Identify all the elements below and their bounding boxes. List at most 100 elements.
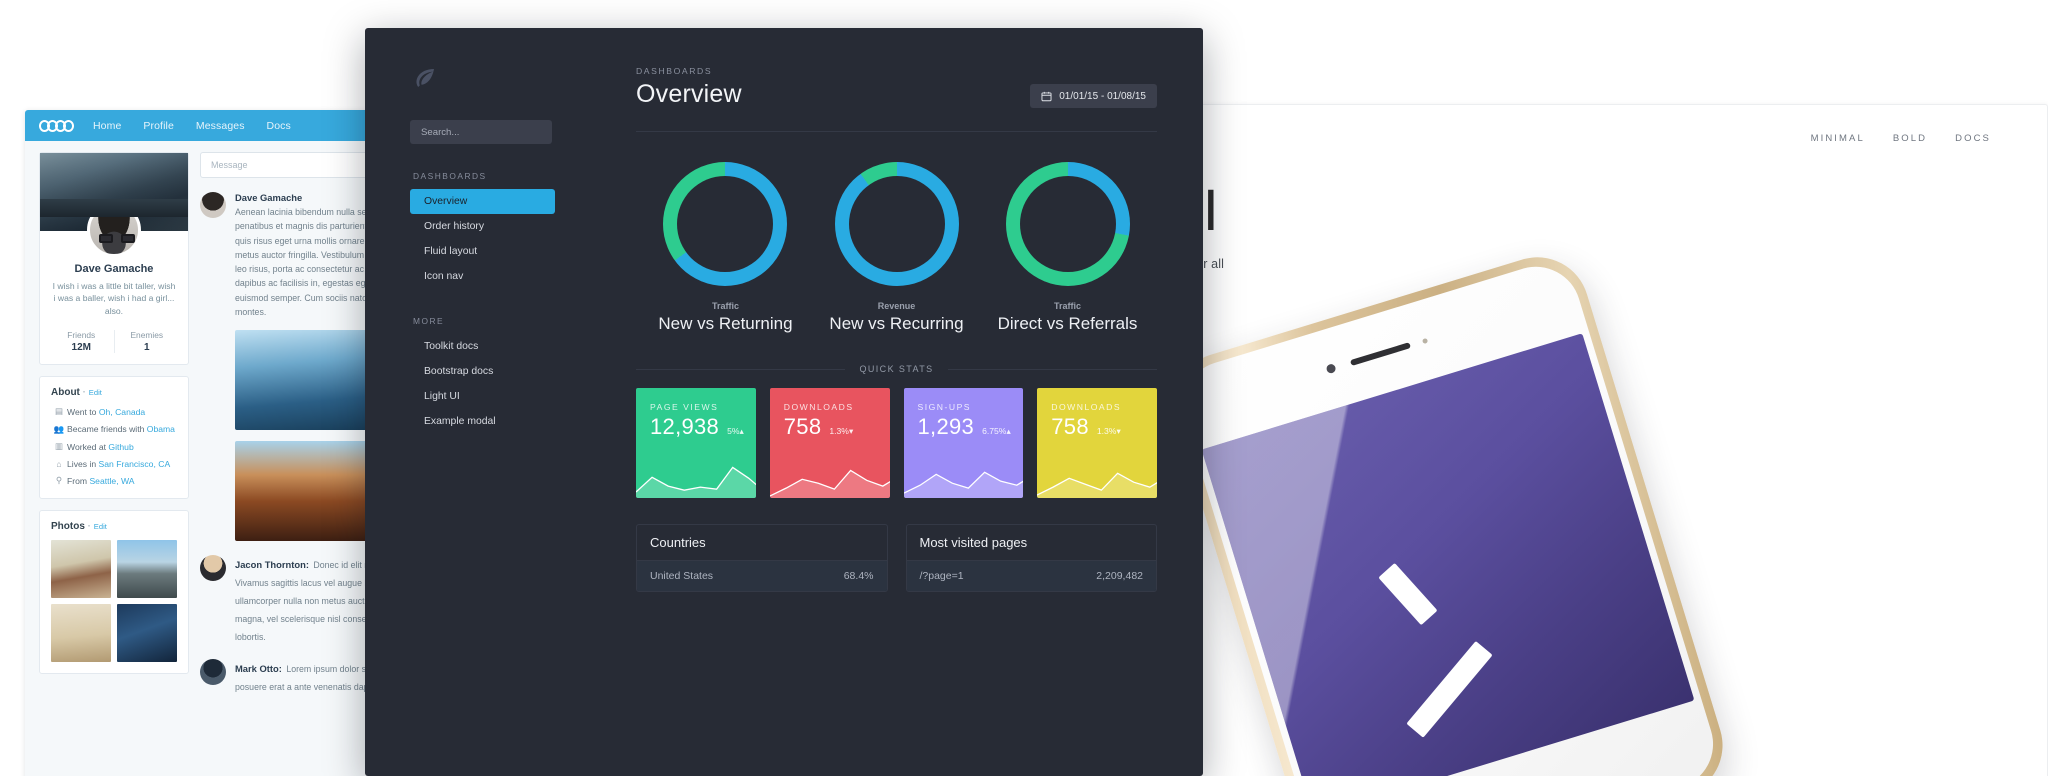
- iphone-mockup: [1160, 244, 1736, 776]
- marketing-nav-bold[interactable]: BOLD: [1893, 133, 1927, 144]
- photos-card: Photos · Edit: [39, 510, 189, 675]
- about-link[interactable]: Github: [108, 442, 133, 452]
- page-title: Overview: [636, 80, 742, 108]
- table-cell-name: /?page=1: [919, 570, 964, 582]
- search-box[interactable]: [410, 120, 553, 144]
- donut-chart-traffic-direct-vs-referrals: Traffic Direct vs Referrals: [982, 162, 1153, 334]
- about-text: Became friends with: [67, 424, 147, 435]
- sidebar-item-fluid-layout[interactable]: Fluid layout: [410, 239, 555, 264]
- photo-thumbnail[interactable]: [117, 540, 177, 599]
- divider-line: [636, 368, 846, 370]
- photos-edit-link[interactable]: Edit: [94, 522, 107, 531]
- social-nav-messages[interactable]: Messages: [196, 120, 245, 132]
- trend-down-icon: ▾: [848, 426, 854, 436]
- about-title-text: About: [51, 387, 80, 399]
- stat-delta: 1.3%▾: [829, 426, 854, 436]
- leaf-icon[interactable]: [365, 66, 600, 90]
- stat-enemies-label: Enemies: [130, 330, 164, 341]
- bottom-tables: Countries United States 68.4% Most visit…: [636, 524, 1157, 592]
- dashboard-panel: DASHBOARDS Overview Order history Fluid …: [365, 28, 1203, 776]
- main-content: DASHBOARDS Overview 01/01/15 - 01/08/15 …: [600, 28, 1203, 776]
- date-range-value: 01/01/15 - 01/08/15: [1059, 90, 1146, 102]
- about-row: ▥ Worked at Github: [51, 441, 177, 452]
- photo-grid: [51, 540, 177, 663]
- nav-group-label-dashboards: DASHBOARDS: [413, 171, 487, 181]
- calendar-icon: [1041, 91, 1052, 101]
- about-link[interactable]: Seattle, WA: [89, 476, 134, 486]
- trend-up-icon: ▴: [739, 426, 744, 436]
- about-title: About · Edit: [51, 387, 102, 399]
- about-text: Worked at: [67, 441, 109, 452]
- stat-card-sign-ups[interactable]: SIGN-UPS 1,293 6.75%▴: [903, 388, 1024, 498]
- sidebar-item-overview[interactable]: Overview: [410, 189, 555, 214]
- pin-icon: ⚲: [55, 475, 63, 486]
- sidebar: DASHBOARDS Overview Order history Fluid …: [365, 28, 600, 776]
- date-range-picker[interactable]: 01/01/15 - 01/08/15: [1030, 84, 1157, 108]
- stat-label: DOWNLOADS: [1051, 402, 1122, 412]
- stat-value: 758: [1051, 414, 1089, 439]
- table-cell-name: United States: [650, 570, 714, 582]
- donut-subtitle: Traffic: [1054, 301, 1082, 311]
- donut-chart-revenue-new-vs-recurring: Revenue New vs Recurring: [811, 162, 982, 334]
- calendar-icon: ▤: [54, 406, 64, 417]
- donut-ring: [1005, 162, 1130, 286]
- social-nav-home[interactable]: Home: [93, 120, 121, 132]
- friends-icon: 👥: [53, 423, 65, 434]
- trend-up-icon: ▴: [1006, 426, 1011, 436]
- marketing-nav-docs[interactable]: DOCS: [1955, 133, 1991, 144]
- stat-label: SIGN-UPS: [917, 402, 972, 412]
- social-nav-docs[interactable]: Docs: [267, 120, 291, 132]
- sidebar-item-example-modal[interactable]: Example modal: [410, 409, 555, 434]
- photo-thumbnail[interactable]: [51, 540, 111, 599]
- stat-row: 758 1.3%▾: [1051, 414, 1157, 440]
- about-card: About · Edit ▤ Went to Oh, Canada 👥 Beca…: [39, 376, 189, 500]
- marketing-navbar: MINIMAL BOLD DOCS: [1061, 105, 2047, 144]
- stat-label: DOWNLOADS: [783, 402, 854, 412]
- stat-friends-label: Friends: [67, 330, 96, 341]
- stat-card-page-views[interactable]: PAGE VIEWS 12,938 5%▴: [636, 388, 756, 498]
- donut-ring: [663, 162, 788, 286]
- about-link[interactable]: Obama: [147, 424, 175, 434]
- donut-title: Direct vs Referrals: [997, 314, 1138, 333]
- photo-thumbnail[interactable]: [117, 604, 177, 663]
- sparkline-chart: [1037, 440, 1157, 498]
- stat-enemies: Enemies 1: [113, 330, 180, 354]
- page-header-text: DASHBOARDS Overview: [636, 66, 742, 109]
- stat-value: 1,293: [917, 414, 975, 439]
- most-visited-pages-table: Most visited pages /?page=1 2,209,482: [905, 524, 1157, 592]
- stat-row: 12,938 5%▴: [650, 414, 756, 440]
- four-rings-logo[interactable]: [39, 119, 74, 132]
- stat-card-downloads[interactable]: DOWNLOADS 758 1.3%▾: [769, 388, 890, 498]
- about-link[interactable]: San Francisco, CA: [99, 459, 171, 469]
- photo-thumbnail[interactable]: [51, 604, 111, 663]
- about-link[interactable]: Oh, Canada: [99, 407, 145, 417]
- about-row: 👥 Became friends with Obama: [51, 424, 177, 435]
- avatar: [200, 192, 226, 218]
- stat-card-downloads-2[interactable]: DOWNLOADS 758 1.3%▾: [1037, 388, 1157, 498]
- cover-photo: [40, 153, 188, 257]
- sidebar-item-icon-nav[interactable]: Icon nav: [410, 264, 555, 289]
- sidebar-item-bootstrap-docs[interactable]: Bootstrap docs: [410, 359, 555, 384]
- stat-value: 12,938: [650, 414, 720, 439]
- about-row: ⌂ Lives in San Francisco, CA: [51, 459, 177, 469]
- donut-subtitle: Traffic: [711, 301, 739, 311]
- table-row[interactable]: United States 68.4%: [637, 561, 887, 591]
- profile-stats: Friends 12M Enemies 1: [49, 330, 180, 354]
- donut-title: New vs Recurring: [829, 314, 964, 333]
- about-edit-link[interactable]: Edit: [89, 388, 102, 397]
- about-row: ▤ Went to Oh, Canada: [51, 406, 177, 417]
- sidebar-item-light-ui[interactable]: Light UI: [410, 384, 555, 409]
- profile-bio: I wish i was a little bit taller, wish i…: [52, 281, 176, 316]
- sidebar-item-toolkit-docs[interactable]: Toolkit docs: [410, 334, 555, 359]
- social-nav-profile[interactable]: Profile: [143, 120, 173, 132]
- about-text: From: [67, 475, 90, 486]
- donut-ring: [834, 162, 959, 286]
- post-author: Mark Otto:: [235, 663, 282, 674]
- table-row[interactable]: /?page=1 2,209,482: [906, 561, 1156, 591]
- stat-delta: 1.3%▾: [1096, 426, 1121, 436]
- sidebar-item-order-history[interactable]: Order history: [410, 214, 555, 239]
- search-input[interactable]: [421, 126, 553, 138]
- marketing-nav-minimal[interactable]: MINIMAL: [1811, 133, 1865, 144]
- sparkline-chart: [636, 440, 756, 498]
- avatar: [200, 555, 226, 581]
